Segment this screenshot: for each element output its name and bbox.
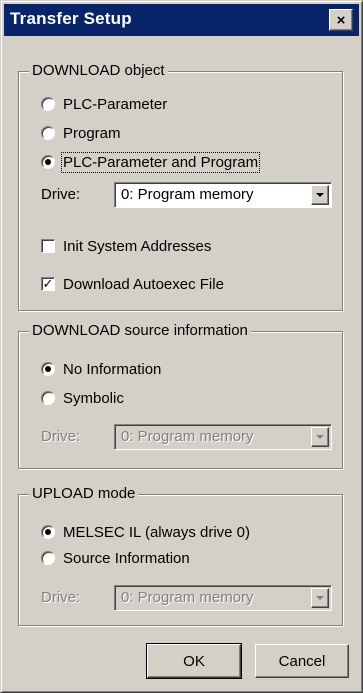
- radio-no-information[interactable]: No Information: [41, 358, 161, 380]
- radio-symbolic[interactable]: Symbolic: [41, 387, 124, 409]
- init-system-addresses-checkbox[interactable]: [41, 239, 55, 253]
- radio-program-indicator[interactable]: [41, 126, 55, 140]
- download-source-group: DOWNLOAD source information No Informati…: [18, 322, 343, 469]
- radio-source-information-indicator[interactable]: [41, 551, 55, 565]
- download-source-drive-value: 0: Program memory: [121, 428, 254, 445]
- upload-mode-drive-label: Drive:: [41, 589, 81, 606]
- title-bar[interactable]: Transfer Setup ×: [4, 4, 359, 36]
- radio-melsec-il-indicator[interactable]: [41, 525, 55, 539]
- cancel-button[interactable]: Cancel: [255, 644, 349, 678]
- init-system-addresses-label: Init System Addresses: [63, 237, 212, 255]
- download-autoexec-checkbox[interactable]: ✓: [41, 277, 55, 291]
- radio-program[interactable]: Program: [41, 122, 121, 144]
- radio-no-information-indicator[interactable]: [41, 362, 55, 376]
- radio-source-information[interactable]: Source Information: [41, 547, 190, 569]
- download-source-drive-dropdown-button[interactable]: [311, 427, 329, 447]
- download-source-drive-select[interactable]: 0: Program memory: [114, 424, 332, 450]
- close-icon: ×: [336, 11, 346, 29]
- cancel-button-label: Cancel: [278, 652, 326, 670]
- radio-symbolic-label: Symbolic: [63, 389, 124, 407]
- ok-button-label: OK: [183, 652, 205, 670]
- chevron-down-icon: [316, 435, 324, 439]
- radio-plc-parameter-indicator[interactable]: [41, 97, 55, 111]
- radio-plc-parameter-and-program-label: PLC-Parameter and Program: [60, 151, 261, 173]
- transfer-setup-dialog: Transfer Setup × DOWNLOAD object PLC-Par…: [0, 0, 363, 693]
- download-source-drive-label: Drive:: [41, 428, 81, 445]
- upload-mode-drive-value: 0: Program memory: [121, 589, 254, 606]
- upload-mode-group-label: UPLOAD mode: [29, 485, 139, 503]
- upload-mode-group: UPLOAD mode MELSEC IL (always drive 0) S…: [18, 485, 343, 626]
- radio-melsec-il[interactable]: MELSEC IL (always drive 0): [41, 521, 250, 543]
- download-object-drive-value: 0: Program memory: [121, 186, 254, 203]
- download-object-drive-select[interactable]: 0: Program memory: [114, 182, 332, 208]
- download-source-group-label: DOWNLOAD source information: [29, 322, 251, 340]
- download-autoexec-checkbox-row[interactable]: ✓ Download Autoexec File: [41, 273, 224, 295]
- radio-symbolic-indicator[interactable]: [41, 391, 55, 405]
- radio-melsec-il-label: MELSEC IL (always drive 0): [63, 523, 251, 541]
- download-object-drive-label: Drive:: [41, 186, 81, 203]
- chevron-down-icon: [316, 193, 324, 197]
- radio-plc-parameter-label: PLC-Parameter: [63, 95, 168, 113]
- init-system-addresses-checkbox-row[interactable]: Init System Addresses: [41, 235, 211, 257]
- chevron-down-icon: [316, 596, 324, 600]
- download-object-group: DOWNLOAD object PLC-Parameter Program PL…: [18, 62, 343, 311]
- radio-program-label: Program: [63, 124, 121, 142]
- radio-source-information-label: Source Information: [63, 549, 190, 567]
- upload-mode-drive-dropdown-button[interactable]: [311, 588, 329, 608]
- download-autoexec-label: Download Autoexec File: [63, 275, 224, 293]
- radio-no-information-label: No Information: [63, 360, 162, 378]
- radio-plc-parameter[interactable]: PLC-Parameter: [41, 93, 167, 115]
- ok-button[interactable]: OK: [146, 643, 242, 679]
- download-object-drive-dropdown-button[interactable]: [311, 185, 329, 205]
- download-object-group-label: DOWNLOAD object: [29, 62, 168, 80]
- radio-plc-parameter-and-program[interactable]: PLC-Parameter and Program: [41, 151, 261, 173]
- dialog-title: Transfer Setup: [10, 9, 132, 28]
- close-button[interactable]: ×: [329, 9, 353, 31]
- upload-mode-drive-select[interactable]: 0: Program memory: [114, 585, 332, 611]
- radio-plc-parameter-and-program-indicator[interactable]: [41, 155, 55, 169]
